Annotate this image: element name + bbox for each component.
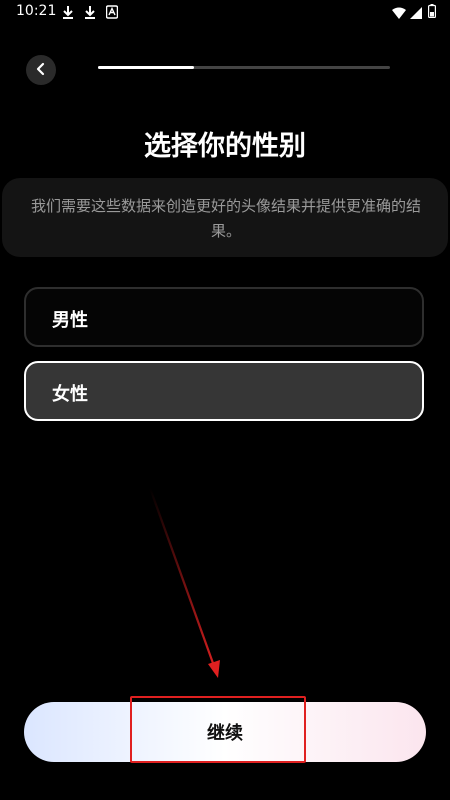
progress-fill xyxy=(98,66,195,69)
option-label: 男性 xyxy=(52,310,88,331)
annotation-highlight-box xyxy=(130,696,306,763)
description-text: 我们需要这些数据来创造更好的头像结果并提供更准确的结果。 xyxy=(30,197,421,240)
text-notification-icon xyxy=(105,4,119,23)
option-male[interactable]: 男性 xyxy=(24,287,424,347)
download-icon xyxy=(62,4,74,23)
wifi-icon xyxy=(392,4,406,23)
option-label: 女性 xyxy=(52,384,88,405)
option-female[interactable]: 女性 xyxy=(24,361,424,421)
status-bar: 10:21 xyxy=(0,0,450,24)
description-card: 我们需要这些数据来创造更好的头像结果并提供更准确的结果。 xyxy=(2,178,448,257)
chevron-left-icon xyxy=(34,61,48,80)
download-icon xyxy=(84,4,96,23)
signal-icon xyxy=(410,4,422,23)
page-title: 选择你的性别 xyxy=(144,131,306,162)
progress-bar xyxy=(98,66,390,69)
status-time: 10:21 xyxy=(16,3,57,19)
battery-icon xyxy=(428,3,437,22)
back-button[interactable] xyxy=(26,55,56,85)
